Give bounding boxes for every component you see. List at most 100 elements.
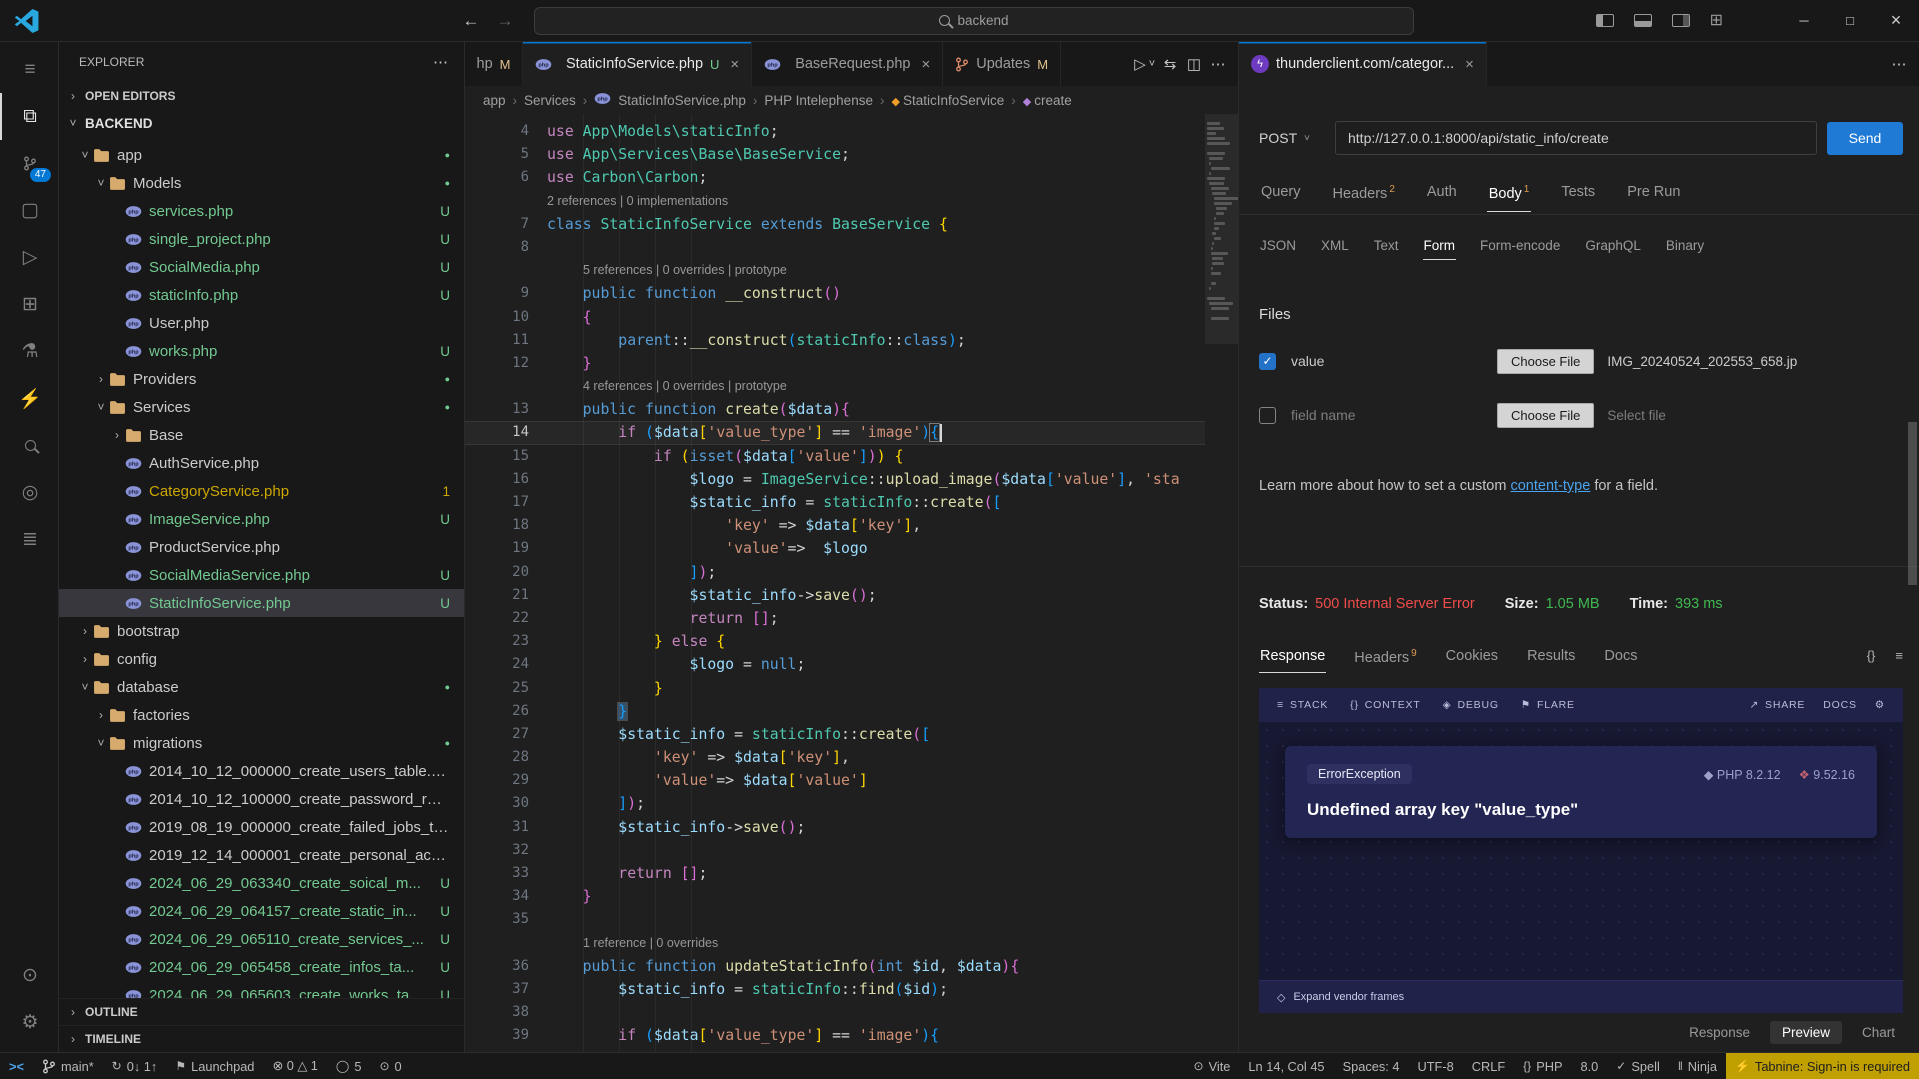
toggle-secondary-sidebar-icon[interactable]	[1672, 14, 1690, 27]
method-select[interactable]: POST ˅	[1259, 130, 1335, 146]
debug-button[interactable]: ◈DEBUG	[1443, 699, 1499, 711]
settings-button[interactable]: ⚙	[1875, 699, 1885, 711]
tree-folder-factories[interactable]: ›factories	[59, 701, 464, 729]
tree-folder-models[interactable]: ˅Models●	[59, 169, 464, 197]
filter-icon[interactable]: ≡	[1895, 648, 1903, 663]
tree-folder-database[interactable]: ˅database●	[59, 673, 464, 701]
toggle-panel-icon[interactable]	[1634, 14, 1652, 27]
body-tab-xml[interactable]: XML	[1320, 234, 1350, 259]
language-mode[interactable]: {}PHP	[1514, 1053, 1571, 1079]
tree-file-single-project-php[interactable]: phpsingle_project.phpU	[59, 225, 464, 253]
url-input[interactable]: http://127.0.0.1:8000/api/static_info/cr…	[1335, 121, 1817, 155]
code-line-30[interactable]: 30 ]);	[465, 792, 1238, 815]
code-editor[interactable]: 4use App\Models\staticInfo;5use App\Serv…	[465, 114, 1238, 1052]
remote-indicator[interactable]: ><	[0, 1053, 33, 1079]
code-line-5[interactable]: 5use App\Services\Base\BaseService;	[465, 143, 1238, 166]
tree-folder-migrations[interactable]: ˅migrations●	[59, 729, 464, 757]
code-line-7[interactable]: 7class StaticInfoService extends BaseSer…	[465, 213, 1238, 236]
scrollbar-thumb[interactable]	[1908, 422, 1917, 585]
package-icon[interactable]: ▢	[0, 187, 58, 234]
code-line-18[interactable]: 18 'key' => $data['key'],	[465, 514, 1238, 537]
code-line-23[interactable]: 23 } else {	[465, 630, 1238, 653]
share-button[interactable]: ↗SHARE	[1749, 699, 1805, 711]
format-icon[interactable]: {}	[1867, 648, 1876, 663]
request-tab-pre-run[interactable]: Pre Run	[1625, 178, 1682, 209]
tree-file-works-php[interactable]: phpworks.phpU	[59, 337, 464, 365]
tree-file-categoryservice-php[interactable]: phpCategoryService.php1	[59, 477, 464, 505]
tabnine[interactable]: ⚡Tabnine: Sign-in is required	[1726, 1053, 1919, 1079]
tab-hp[interactable]: hpM	[465, 42, 523, 86]
response-tab-cookies[interactable]: Cookies	[1445, 644, 1499, 672]
ports[interactable]: ⊙0	[370, 1053, 410, 1079]
context-button[interactable]: {}CONTEXT	[1350, 699, 1420, 711]
tree-file-productservice-php[interactable]: phpProductService.php	[59, 533, 464, 561]
tree-file-staticinfo-php[interactable]: phpstaticInfo.phpU	[59, 281, 464, 309]
code-line-35[interactable]: 35	[465, 908, 1238, 931]
docs-button[interactable]: DOCS	[1823, 699, 1857, 711]
code-line-39[interactable]: 39 if ($data['value_type'] == 'image'){	[465, 1024, 1238, 1047]
tree-file-imageservice-php[interactable]: phpImageService.phpU	[59, 505, 464, 533]
body-tab-form[interactable]: Form	[1423, 234, 1457, 260]
spell-checker[interactable]: ✓Spell	[1607, 1053, 1669, 1079]
tree-file-2024-06-29-065603-create-works-ta[interactable]: php2024_06_29_065603_create_works_ta...U	[59, 981, 464, 998]
php-version[interactable]: 8.0	[1572, 1053, 1608, 1079]
code-line-11[interactable]: 11 parent::__construct(staticInfo::class…	[465, 329, 1238, 352]
code-line-37[interactable]: 37 $static_info = staticInfo::find($id);	[465, 978, 1238, 1001]
ninja[interactable]: ‖Ninja	[1669, 1053, 1726, 1079]
menu-icon[interactable]: ≡	[0, 46, 58, 93]
editor-more-icon[interactable]: ⋯	[1206, 55, 1230, 73]
code-line-29[interactable]: 29 'value'=> $data['value']	[465, 769, 1238, 792]
command-center-search[interactable]: backend	[534, 7, 1414, 35]
tree-file-socialmedia-php[interactable]: phpSocialMedia.phpU	[59, 253, 464, 281]
close-icon[interactable]: ×	[921, 56, 930, 73]
tree-file-2019-08-19-000000-create-failed-jobs-ta[interactable]: php2019_08_19_000000_create_failed_jobs_…	[59, 813, 464, 841]
request-tab-auth[interactable]: Auth	[1425, 178, 1459, 209]
body-tab-text[interactable]: Text	[1373, 234, 1400, 259]
sidebar-more-icon[interactable]: ⋯	[433, 53, 448, 71]
response-tab-results[interactable]: Results	[1526, 644, 1576, 672]
code-line-33[interactable]: 33 return [];	[465, 862, 1238, 885]
tree-file-2024-06-29-063340-create-soical-m[interactable]: php2024_06_29_063340_create_soical_m...U	[59, 869, 464, 897]
close-icon[interactable]: ×	[1465, 56, 1474, 73]
tree-file-2014-10-12-100000-create-password-res[interactable]: php2014_10_12_100000_create_password_res…	[59, 785, 464, 813]
code-line-17[interactable]: 17 $static_info = staticInfo::create([	[465, 491, 1238, 514]
code-line-9[interactable]: 9 public function __construct()	[465, 282, 1238, 305]
git-sync[interactable]: ↻0↓ 1↑	[103, 1053, 167, 1079]
code-line-32[interactable]: 32	[465, 839, 1238, 862]
request-tab-headers[interactable]: Headers2	[1331, 178, 1397, 211]
code-line-8[interactable]: 8	[465, 236, 1238, 259]
expand-vendor-frames[interactable]: ◇ Expand vendor frames	[1259, 980, 1903, 1013]
source-control-icon[interactable]: 47	[0, 140, 58, 187]
code-line-22[interactable]: 22 return [];	[465, 607, 1238, 630]
run-dropdown-icon[interactable]: ˅	[1146, 58, 1158, 70]
code-line-15[interactable]: 15 if (isset($data['value'])) {	[465, 445, 1238, 468]
minimize-button[interactable]: ─	[1781, 0, 1827, 42]
tree-file-2024-06-29-064157-create-static-in[interactable]: php2024_06_29_064157_create_static_in...…	[59, 897, 464, 925]
tree-file-2024-06-29-065458-create-infos-ta[interactable]: php2024_06_29_065458_create_infos_ta...U	[59, 953, 464, 981]
request-tab-query[interactable]: Query	[1259, 178, 1303, 209]
settings-gear-icon[interactable]: ⚙	[0, 999, 58, 1046]
split-editor-icon[interactable]: ◫	[1182, 55, 1206, 73]
forward-button[interactable]: →	[488, 11, 522, 31]
checkbox[interactable]: ✓	[1259, 353, 1276, 370]
info-count[interactable]: ◯5	[327, 1053, 371, 1079]
breadcrumb-services[interactable]: Services	[524, 93, 576, 108]
tab-updates[interactable]: UpdatesM	[943, 42, 1061, 86]
request-tab-tests[interactable]: Tests	[1559, 178, 1597, 209]
toggle-sidebar-icon[interactable]	[1596, 14, 1614, 27]
checkbox[interactable]	[1259, 407, 1276, 424]
breadcrumb-php-intelephense[interactable]: PHP Intelephense	[764, 93, 873, 108]
code-line-19[interactable]: 19 'value'=> $logo	[465, 537, 1238, 560]
tree-file-services-php[interactable]: phpservices.phpU	[59, 197, 464, 225]
extensions-icon[interactable]: ⊞	[0, 281, 58, 328]
tree-file-authservice-php[interactable]: phpAuthService.php	[59, 449, 464, 477]
tree-file-user-php[interactable]: phpUser.php	[59, 309, 464, 337]
run-debug-icon[interactable]: ▷	[0, 234, 58, 281]
response-tab-headers[interactable]: Headers9	[1353, 644, 1417, 674]
response-tab-docs[interactable]: Docs	[1603, 644, 1638, 672]
test-beaker-icon[interactable]: ⚗	[0, 328, 58, 375]
maximize-button[interactable]: □	[1827, 0, 1873, 42]
code-line-28[interactable]: 28 'key' => $data['key'],	[465, 746, 1238, 769]
tree-file-2014-10-12-000000-create-users-table-p[interactable]: php2014_10_12_000000_create_users_table.…	[59, 757, 464, 785]
tree-folder-base[interactable]: ›Base	[59, 421, 464, 449]
